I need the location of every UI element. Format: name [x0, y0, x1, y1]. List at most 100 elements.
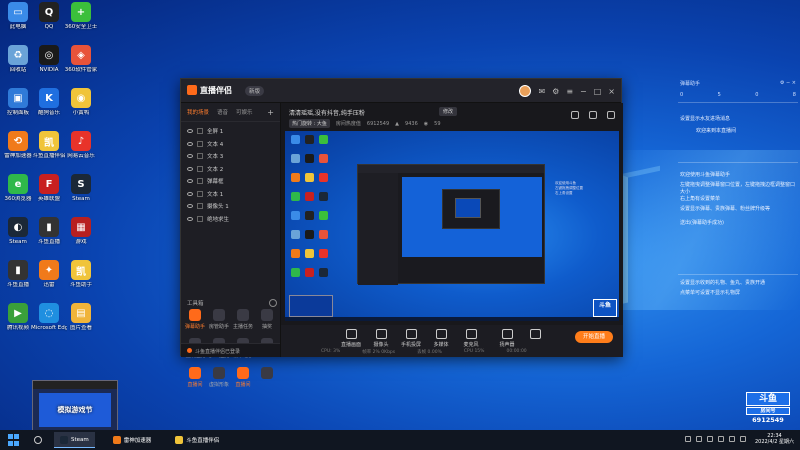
tray-app-icon[interactable]	[684, 436, 691, 442]
tab-my-scenes[interactable]: 我的场景	[187, 108, 209, 117]
desktop-icon[interactable]: Q QQ	[31, 2, 67, 31]
toolbox-tool[interactable]: 虚拟形象	[207, 367, 231, 388]
scene-item[interactable]: 摄像头 1	[181, 200, 280, 213]
visibility-eye-icon[interactable]	[187, 204, 193, 209]
scene-item[interactable]: 文本 3	[181, 150, 280, 163]
close-icon[interactable]: ×	[608, 87, 615, 96]
bottom-tool[interactable]: 摄像头	[367, 329, 395, 348]
douyu-logo-text: 斗鱼	[746, 392, 790, 406]
volume-icon[interactable]	[728, 436, 735, 442]
bottom-tool[interactable]: 扬声器	[493, 329, 521, 348]
start-live-button[interactable]: 开始直播	[575, 331, 613, 343]
nested-preview-window	[442, 189, 500, 229]
tray-app-icon[interactable]	[695, 436, 702, 442]
desktop-icon[interactable]: ◉ 小黄鸭	[63, 88, 99, 117]
modify-title-button[interactable]: 修改	[439, 107, 458, 116]
scene-item[interactable]: 弹幕框	[181, 175, 280, 188]
live-companion-window[interactable]: 直播伴侣 新版 ✉ ⚙ ≡ − □ × 我的场景 语音 可娱乐 + 全屏 1 文本…	[180, 78, 623, 388]
menu-icon[interactable]: ≡	[566, 87, 573, 96]
tool-icon	[213, 309, 225, 321]
visibility-eye-icon[interactable]	[187, 141, 193, 146]
rank-badge[interactable]: 热门旋转 : 大鱼	[289, 119, 330, 128]
tab-entertainment[interactable]: 可娱乐	[236, 108, 253, 117]
network-icon[interactable]	[717, 436, 724, 442]
tab-voice[interactable]: 语音	[217, 108, 228, 117]
desktop-icon[interactable]: 凯斗鱼助手	[63, 260, 99, 289]
chat-line: 右上角有设置菜单	[680, 196, 721, 202]
message-icon[interactable]: ✉	[538, 87, 545, 96]
lock-icon[interactable]	[197, 215, 203, 222]
search-icon[interactable]	[34, 436, 42, 444]
version-badge[interactable]: 新版	[245, 86, 265, 96]
toolbox-tool[interactable]: 直播间	[231, 367, 255, 388]
visibility-eye-icon[interactable]	[187, 166, 193, 171]
lock-icon[interactable]	[197, 128, 203, 135]
search-icon[interactable]	[607, 111, 615, 119]
lock-icon[interactable]	[197, 203, 203, 210]
taskbar-item[interactable]: Steam	[54, 432, 95, 448]
tool-label: 弹幕助手	[184, 324, 205, 330]
desktop-icon[interactable]: 凯斗鱼直播伴侣	[31, 131, 67, 160]
desktop-icon[interactable]: ♪ 网易云音乐	[63, 131, 99, 160]
scene-item[interactable]: 文本 2	[181, 163, 280, 176]
scene-item[interactable]: 文本 4	[181, 138, 280, 151]
toolbox-settings-icon[interactable]	[269, 299, 277, 307]
taskbar-item[interactable]: 斗鱼直播伴侣	[169, 432, 225, 448]
chat-panel-controls[interactable]: ⚙ − ×	[780, 80, 796, 86]
taskbar-hover-preview[interactable]: 模拟游戏节	[32, 380, 118, 432]
visibility-eye-icon[interactable]	[187, 129, 193, 134]
visibility-eye-icon[interactable]	[187, 179, 193, 184]
gift-icon[interactable]	[571, 111, 579, 119]
user-avatar[interactable]	[519, 85, 532, 97]
add-scene-icon[interactable]: +	[267, 108, 274, 117]
toolbox-tool[interactable]: 抽奖	[255, 309, 279, 330]
desktop-icon[interactable]: ▦ 游戏	[63, 217, 99, 246]
lock-icon[interactable]	[197, 140, 203, 147]
desktop-icon[interactable]: ◈ 360软件管家	[63, 45, 99, 74]
desktop-icon[interactable]: ✦ 迅雷	[31, 260, 67, 289]
lock-icon[interactable]	[197, 190, 203, 197]
ime-icon[interactable]	[739, 436, 746, 442]
visibility-eye-icon[interactable]	[187, 191, 193, 196]
desktop-icon[interactable]: K 酷狗音乐	[31, 88, 67, 117]
desktop-icon[interactable]: +360安全卫士	[63, 2, 99, 31]
lock-icon[interactable]	[197, 178, 203, 185]
app-titlebar[interactable]: 直播伴侣 新版 ✉ ⚙ ≡ − □ ×	[181, 79, 621, 103]
toolbox-tool[interactable]: 弹幕助手	[183, 309, 207, 330]
toolbox-tool[interactable]: 主播任务	[231, 309, 255, 330]
minimize-icon[interactable]: −	[580, 87, 587, 96]
bottom-tool[interactable]: 直播画面	[337, 329, 365, 348]
desktop-icon[interactable]: ▮ 斗鱼直播	[31, 217, 67, 246]
bottom-tool[interactable]: 多媒体	[427, 329, 455, 348]
toolbox-tool[interactable]: 房管助手	[207, 309, 231, 330]
visibility-eye-icon[interactable]	[187, 154, 193, 159]
app-icon: ▶	[8, 303, 28, 323]
taskbar-item[interactable]: 雷神加速器	[107, 432, 158, 448]
danmaku-helper-panel[interactable]: 弹幕助手 ⚙ − × 0 5 0 8 设置显示水友进场消息 欢迎来到本直播间 欢…	[676, 78, 800, 306]
desktop-icon[interactable]: ◎ NVIDIA	[31, 45, 67, 74]
live-preview[interactable]: 欢迎使用斗鱼 左键拖拽调整位置 右上角设置 斗鱼	[285, 131, 619, 321]
layout-icon[interactable]	[589, 111, 597, 119]
bottom-tool[interactable]: 手机投屏	[397, 329, 425, 348]
bottom-tool[interactable]	[521, 329, 549, 341]
tray-app-icon[interactable]	[706, 436, 713, 442]
desktop-icon[interactable]: ▤ 图片查看	[63, 303, 99, 332]
toolbox-tool[interactable]: 直播间	[183, 367, 207, 388]
desktop-icon[interactable]: F 英雄联盟	[31, 174, 67, 203]
desktop-icon[interactable]: ◌ Microsoft Edge	[31, 303, 67, 332]
visibility-eye-icon[interactable]	[187, 216, 193, 221]
tool-icon	[501, 329, 513, 339]
taskbar-clock[interactable]: 22:34 2022/4/2 星期六	[755, 433, 794, 445]
scene-item[interactable]: 文本 1	[181, 188, 280, 201]
desktop-icon[interactable]: S Steam	[63, 174, 99, 203]
scene-item[interactable]: 全屏 1	[181, 125, 280, 138]
bottom-tool[interactable]: 麦克风	[457, 329, 485, 348]
scene-item[interactable]: 绝地求生	[181, 213, 280, 226]
maximize-icon[interactable]: □	[594, 87, 602, 96]
toolbox-tool[interactable]	[255, 367, 279, 388]
settings-icon[interactable]: ⚙	[552, 87, 559, 96]
lock-icon[interactable]	[197, 153, 203, 160]
windows-start-icon[interactable]	[8, 434, 22, 446]
lock-icon[interactable]	[197, 165, 203, 172]
scene-label: 文本 1	[207, 191, 224, 198]
